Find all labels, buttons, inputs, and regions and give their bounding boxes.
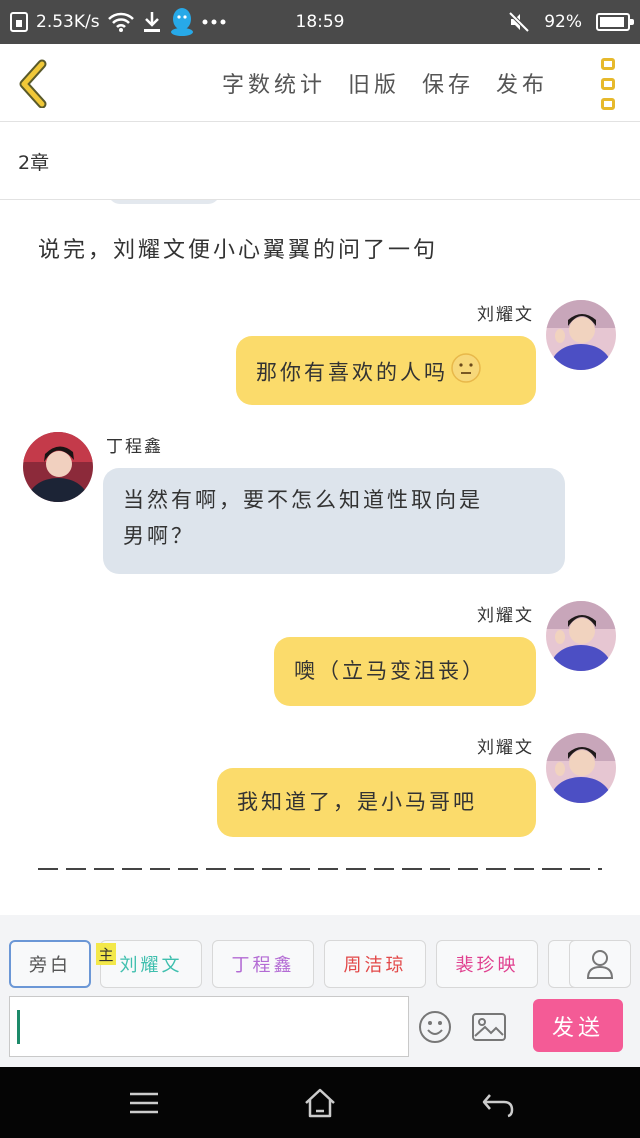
speaker-name: 刘耀文	[477, 738, 534, 758]
save-button[interactable]: 保存	[422, 67, 474, 99]
status-bar: 2.53K/s 18:59 92%	[0, 0, 640, 44]
more-dots-icon	[202, 18, 226, 26]
wifi-icon	[107, 12, 134, 32]
navigation-bar	[0, 1067, 640, 1138]
old-version-button[interactable]: 旧版	[348, 67, 400, 99]
speaker-name: 丁程鑫	[106, 437, 163, 457]
home-button[interactable]	[300, 1085, 340, 1121]
emoji-button[interactable]	[418, 1010, 452, 1044]
editor-toolbar: 字数统计 旧版 保存 发布	[0, 44, 640, 122]
role-ding-chengxin[interactable]: 丁程鑫	[212, 940, 314, 988]
chat-bubble[interactable]: 当然有啊，要不怎么知道性取向是 男啊？	[103, 468, 565, 574]
chat-bubble[interactable]: 那你有喜欢的人吗	[236, 336, 536, 405]
avatar[interactable]	[546, 300, 616, 370]
role-label: 旁白	[29, 955, 71, 976]
chapter-title: 2章	[18, 152, 50, 174]
battery-icon	[596, 13, 634, 31]
mute-icon	[508, 11, 530, 33]
role-manager-button[interactable]	[569, 940, 631, 988]
narration-text[interactable]: 说完，刘耀文便小心翼翼的问了一句	[38, 232, 438, 264]
avatar[interactable]	[23, 432, 93, 502]
battery-percent: 92%	[544, 12, 582, 32]
message-text: 男啊？	[123, 524, 195, 548]
role-label: 周洁琼	[343, 955, 407, 976]
publish-button[interactable]: 发布	[496, 67, 548, 99]
emoji-icon	[450, 352, 482, 395]
system-back-button[interactable]	[478, 1085, 518, 1121]
role-zhou-jieqiong[interactable]: 周洁琼	[324, 940, 426, 988]
menu-icon	[130, 1092, 158, 1114]
word-count-button[interactable]: 字数统计	[222, 67, 326, 99]
role-pei-zhenying[interactable]: 裴珍映	[436, 940, 538, 988]
image-icon	[472, 1013, 506, 1041]
main-role-tag: 主	[96, 943, 116, 965]
more-vertical-icon	[601, 58, 615, 70]
user-icon	[586, 950, 614, 979]
network-speed: 2.53K/s	[36, 12, 100, 32]
message-input[interactable]	[9, 996, 409, 1057]
message-text: 当然有啊，要不怎么知道性取向是	[123, 488, 483, 512]
role-label: 丁程鑫	[231, 955, 295, 976]
avatar[interactable]	[546, 733, 616, 803]
role-narrator[interactable]: 旁白	[9, 940, 91, 988]
back-arrow-icon	[482, 1094, 514, 1118]
previous-bubble-edge	[108, 200, 220, 204]
message-text: 我知道了，是小马哥吧	[237, 790, 477, 814]
more-menu-button[interactable]	[598, 58, 618, 110]
story-content[interactable]: 说完，刘耀文便小心翼翼的问了一句 刘耀文 那你有喜欢的人吗 丁程鑫 当然有啊，要…	[0, 200, 640, 915]
home-icon	[305, 1088, 335, 1118]
qq-icon	[170, 7, 194, 37]
message-text: 那你有喜欢的人吗	[256, 360, 448, 385]
speaker-name: 刘耀文	[477, 606, 534, 626]
send-button[interactable]: 发送	[533, 999, 623, 1052]
image-button[interactable]	[471, 1011, 507, 1043]
chapter-header[interactable]: 2章	[0, 122, 640, 200]
battery-level	[600, 17, 624, 27]
speaker-name: 刘耀文	[477, 305, 534, 325]
section-divider	[38, 868, 602, 870]
sim-icon	[10, 12, 28, 32]
emoji-icon	[419, 1011, 451, 1043]
message-text: 噢（立马变沮丧）	[294, 659, 486, 683]
download-icon	[142, 11, 162, 33]
role-label: 裴珍映	[455, 955, 519, 976]
role-label: 刘耀文	[119, 955, 183, 976]
avatar[interactable]	[546, 601, 616, 671]
back-button[interactable]	[12, 58, 56, 109]
input-panel: 旁白 刘耀文 丁程鑫 周洁琼 裴珍映 主 发送	[0, 915, 640, 1067]
menu-button[interactable]	[124, 1085, 164, 1121]
text-cursor	[17, 1010, 20, 1044]
chat-bubble[interactable]: 噢（立马变沮丧）	[274, 637, 536, 706]
chat-bubble[interactable]: 我知道了，是小马哥吧	[217, 768, 536, 837]
chevron-left-icon	[19, 59, 47, 109]
